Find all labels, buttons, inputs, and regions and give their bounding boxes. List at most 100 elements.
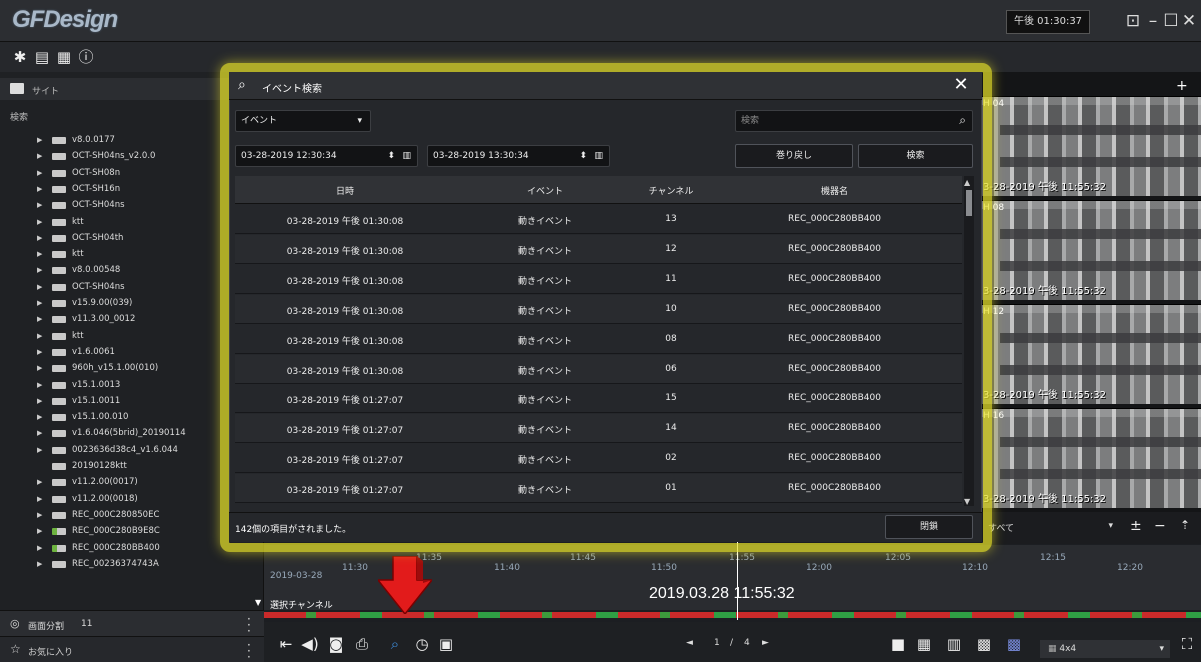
table-row[interactable]: 03-28-2019 午後 01:27:07 動きイベント 15 REC_000C28… [235,384,962,414]
scroll-up-icon[interactable]: ▲ [964,178,970,187]
expand-arrow-icon[interactable]: ▶ [37,264,42,277]
expand-arrow-icon[interactable]: ▶ [37,346,42,359]
expand-arrow-icon[interactable]: ▶ [37,379,42,392]
column-datetime[interactable]: 日時 [235,184,455,197]
prev-page-icon[interactable]: ◄ [686,638,693,648]
search-button[interactable]: 検索 [858,144,973,168]
chevron-down-icon: ▾ [1108,521,1113,531]
info-icon[interactable]: ⓘ [76,47,96,67]
column-event[interactable]: イベント [455,184,635,197]
layout-select[interactable]: ▦ 4x4 ▾ [1040,640,1170,658]
column-device[interactable]: 機器名 [707,184,962,197]
start-datetime-field[interactable]: 03-28-2019 12:30:34 ⬍ ▥ [235,145,418,167]
device-label: REC_000C280850EC [72,509,160,520]
split-menu-icon[interactable]: · · · [247,613,253,637]
expand-arrow-icon[interactable]: ▶ [37,411,42,424]
column-channel[interactable]: チャンネル [635,184,707,197]
gear-icon[interactable]: ✱ [10,47,30,67]
minimize-button[interactable]: – [1144,11,1162,31]
layout-2x2-icon[interactable]: ▦ [914,634,934,654]
clock-icon[interactable]: ◷ [412,634,432,654]
event-type-select[interactable]: イベント ▾ [235,110,371,132]
table-row[interactable]: 03-28-2019 午後 01:27:07 動きイベント 02 REC_000C28… [235,444,962,474]
spinner-icon[interactable]: ⬍ [579,146,587,166]
expand-arrow-icon[interactable]: ▶ [37,509,42,522]
reset-button[interactable]: 巻り戻し [735,144,853,168]
grid-icon[interactable]: ▦ [54,47,74,67]
restore-icon[interactable]: ⊡ [1124,11,1142,31]
search-input[interactable]: 検索 ⌕ [735,110,973,132]
end-datetime-field[interactable]: 03-28-2019 13:30:34 ⬍ ▥ [427,145,610,167]
expand-arrow-icon[interactable]: ▶ [37,542,42,555]
layout-3x3-icon[interactable]: ▥ [944,634,964,654]
document-icon[interactable]: ▤ [32,47,52,67]
expand-arrow-icon[interactable]: ▶ [37,199,42,212]
export-icon[interactable]: ⎙ [352,634,372,654]
camera-tile[interactable]: H 04 3-28-2019 午後 11:55:32 [980,96,1201,196]
close-window-button[interactable]: ✕ [1180,11,1198,31]
table-row[interactable]: 03-28-2019 午後 01:30:08 動きイベント 13 REC_000C28… [235,205,962,234]
table-row[interactable]: 03-28-2019 午後 01:30:08 動きイベント 06 REC_000C28… [235,354,962,384]
zoom-in-icon[interactable]: ± [1130,518,1142,534]
table-row[interactable]: 03-28-2019 午後 01:27:07 動きイベント 01 REC_000C28… [235,474,962,504]
save-icon[interactable]: ▣ [436,634,456,654]
close-icon[interactable]: ✕ [950,74,972,96]
channel-select-label[interactable]: 選択チャンネル [270,598,333,611]
prev-frame-icon[interactable]: ⇤ [276,634,296,654]
table-row[interactable]: 03-28-2019 午後 01:30:08 動きイベント 12 REC_000C28… [235,234,962,264]
scrollbar-thumb[interactable] [966,190,972,216]
expand-arrow-icon[interactable]: ▶ [37,216,42,229]
expand-arrow-icon[interactable]: ▶ [37,167,42,180]
event-search-icon[interactable]: ⌕ [385,634,405,654]
expand-arrow-icon[interactable]: ▶ [37,476,42,489]
expand-arrow-icon[interactable]: ▶ [37,281,42,294]
camera-tile[interactable]: H 12 3-28-2019 午後 11:55:32 [980,304,1201,404]
table-scrollbar[interactable] [964,176,974,506]
layout-4x4-icon[interactable]: ▩ [974,634,994,654]
expand-arrow-icon[interactable]: ▶ [37,444,42,457]
maximize-button[interactable]: ☐ [1162,11,1180,31]
snapshot-icon[interactable]: ◙ [326,634,346,654]
search-icon[interactable]: ⌕ [959,110,966,130]
camera-tile[interactable]: H 08 3-28-2019 午後 11:55:32 [980,200,1201,300]
calendar-icon[interactable]: ▥ [594,146,603,166]
expand-arrow-icon[interactable]: ▶ [37,134,42,147]
expand-arrow-icon[interactable]: ▶ [37,313,42,326]
layout-1x1-icon[interactable]: ■ [888,634,908,654]
close-dialog-button[interactable]: 閉鎖 [885,515,973,539]
camera-tile[interactable]: H 16 3-28-2019 午後 11:55:32 [980,408,1201,508]
collapse-icon[interactable]: ▼ [255,598,261,607]
expand-arrow-icon[interactable]: ▶ [37,232,42,245]
table-row[interactable]: 03-28-2019 午後 01:30:08 動きイベント 11 REC_000C28… [235,264,962,294]
expand-arrow-icon[interactable]: ▶ [37,330,42,343]
scroll-down-icon[interactable]: ▼ [964,497,970,506]
table-row[interactable]: 03-28-2019 午後 01:27:07 動きイベント 14 REC_000C28… [235,414,962,444]
calendar-icon[interactable]: ▥ [402,146,411,166]
filter-select[interactable]: すべて ▾ [988,521,1113,537]
zoom-out-icon[interactable]: − [1154,518,1166,534]
expand-arrow-icon[interactable]: ▶ [37,558,42,571]
expand-arrow-icon[interactable]: ▶ [37,395,42,408]
site-label: サイト [32,87,60,97]
recorder-icon [52,365,66,373]
next-page-icon[interactable]: ► [762,638,769,648]
row-event: 動きイベント [517,426,572,437]
expand-arrow-icon[interactable]: ▶ [37,150,42,163]
table-row[interactable]: 03-28-2019 午後 01:30:08 動きイベント 08 REC_000C28… [235,324,962,354]
expand-arrow-icon[interactable]: ▶ [37,362,42,375]
table-row[interactable]: 03-28-2019 午後 01:30:08 動きイベント 10 REC_000C28… [235,294,962,324]
expand-arrow-icon[interactable]: ▶ [37,183,42,196]
volume-icon[interactable]: ◀) [300,634,320,654]
expand-arrow-icon[interactable]: ▶ [37,297,42,310]
expand-arrow-icon[interactable]: ▶ [37,493,42,506]
layout-custom-icon[interactable]: ▩ [1004,634,1024,654]
expand-arrow-icon[interactable]: ▶ [37,525,42,538]
device-tree-item[interactable]: ▶ REC_00236374743A [0,558,264,571]
expand-arrow-icon[interactable]: ▶ [37,248,42,261]
spinner-icon[interactable]: ⬍ [387,146,395,166]
favorites-menu-icon[interactable]: · · · [247,639,253,662]
fullscreen-icon[interactable]: ⛶ [1177,634,1197,654]
upload-icon[interactable]: ⇡ [1180,518,1190,532]
add-icon[interactable]: + [1176,78,1188,94]
expand-arrow-icon[interactable]: ▶ [37,427,42,440]
